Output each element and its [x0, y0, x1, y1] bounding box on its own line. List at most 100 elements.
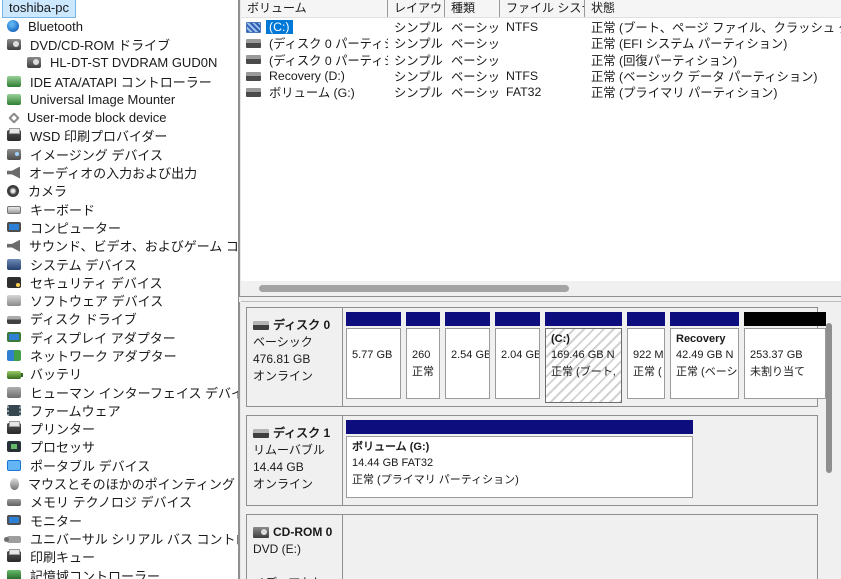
volume-icon: [246, 39, 261, 48]
column-header[interactable]: 種類: [445, 0, 500, 17]
device-tree-panel: toshiba-pc BluetoothDVD/CD-ROM ドライブHL-DT…: [0, 0, 238, 579]
tree-item[interactable]: プリンター: [0, 420, 238, 438]
disk-band: CD-ROM 0DVD (E:) メディアなし: [246, 514, 818, 579]
tree-item-label: モニター: [30, 511, 82, 530]
disk-name: ディスク 1: [273, 425, 330, 442]
tree-item[interactable]: イメージング デバイス: [0, 145, 238, 163]
printer-icon: [7, 551, 21, 562]
storage-controller-icon: [7, 570, 21, 579]
tree-root-label: toshiba-pc: [9, 0, 69, 15]
tree-item[interactable]: User-mode block device: [0, 108, 238, 126]
volume-layout-cell: シンプル: [388, 51, 445, 69]
disk-label-cell[interactable]: CD-ROM 0DVD (E:) メディアなし: [247, 515, 343, 579]
horizontal-scrollbar-thumb[interactable]: [259, 285, 569, 292]
volume-icon: [246, 88, 261, 97]
tree-item[interactable]: セキュリティ デバイス: [0, 273, 238, 291]
generic-device-icon: [8, 112, 19, 123]
tree-item[interactable]: Bluetooth: [0, 17, 238, 35]
column-header[interactable]: レイアウト: [388, 0, 445, 17]
partition-text-line: [496, 364, 539, 380]
tree-item[interactable]: オーディオの入力および出力: [0, 163, 238, 181]
horizontal-scrollbar[interactable]: [241, 281, 841, 296]
volume-row[interactable]: (ディスク 0 パーティション 7)シンプルベーシック正常 (回復パーティション…: [241, 52, 841, 68]
monitor-icon: [7, 515, 21, 525]
disk-icon: [253, 429, 269, 438]
unallocated-box[interactable]: 253.37 GB未割り当て: [743, 311, 827, 403]
tree-item-label: ディスク ドライブ: [30, 309, 137, 328]
partition-text-line: 2.04 GB: [496, 347, 539, 363]
partition-box[interactable]: (C:)169.46 GB N正常 (ブート,: [544, 311, 623, 403]
partition-box[interactable]: 5.77 GB: [345, 311, 402, 403]
partition-box[interactable]: 260正常: [405, 311, 441, 403]
partition-body: 2.04 GB: [495, 328, 540, 399]
volume-label: ボリューム (G:): [266, 83, 358, 101]
vertical-scrollbar[interactable]: [824, 304, 836, 578]
column-header[interactable]: ファイル システム: [500, 0, 585, 17]
volume-row[interactable]: (C:)シンプルベーシックNTFS正常 (ブート、ページ ファイル、クラッシュ …: [241, 19, 841, 35]
tree-item[interactable]: ポータブル デバイス: [0, 456, 238, 474]
tree-item[interactable]: サウンド、ビデオ、およびゲーム コントローラー: [0, 237, 238, 255]
vertical-scrollbar-thumb[interactable]: [826, 323, 832, 473]
partition-text-line: [496, 331, 539, 347]
tree-item[interactable]: ディスプレイ アダプター: [0, 328, 238, 346]
tree-item[interactable]: カメラ: [0, 182, 238, 200]
partition-text-line: [347, 331, 400, 347]
partition-box[interactable]: ボリューム (G:)14.44 GB FAT32正常 (プライマリ パーティショ…: [345, 419, 694, 502]
tree-item[interactable]: モニター: [0, 511, 238, 529]
volume-status-cell: 正常 (ブート、ページ ファイル、クラッシュ ダンプ、ベーシ: [585, 18, 841, 36]
partition-text-line: [446, 331, 489, 347]
tree-item[interactable]: DVD/CD-ROM ドライブ: [0, 35, 238, 53]
volume-label: (C:): [266, 20, 293, 34]
partition-text-line: 169.46 GB N: [546, 347, 621, 363]
volume-fs-cell: FAT32: [500, 85, 585, 99]
column-header[interactable]: ボリューム: [241, 0, 388, 17]
tree-item[interactable]: IDE ATA/ATAPI コントローラー: [0, 72, 238, 90]
partition-body: 5.77 GB: [346, 328, 401, 399]
tree-root-computer[interactable]: toshiba-pc: [2, 0, 76, 18]
partition-text-line: ボリューム (G:): [347, 439, 692, 455]
tree-item[interactable]: Universal Image Mounter: [0, 90, 238, 108]
tree-item-label: Universal Image Mounter: [30, 92, 175, 107]
disk-management-window: toshiba-pc BluetoothDVD/CD-ROM ドライブHL-DT…: [0, 0, 841, 579]
tree-item[interactable]: HL-DT-ST DVDRAM GUD0N: [0, 54, 238, 72]
volume-row[interactable]: ボリューム (G:)シンプルベーシックFAT32正常 (プライマリ パーティショ…: [241, 84, 841, 100]
column-header[interactable]: 状態: [585, 0, 841, 17]
tree-item[interactable]: プロセッサ: [0, 438, 238, 456]
disk-label-cell[interactable]: ディスク 1リムーバブル14.44 GBオンライン: [247, 416, 343, 505]
tree-item[interactable]: ソフトウェア デバイス: [0, 291, 238, 309]
tree-item-label: サウンド、ビデオ、およびゲーム コントローラー: [29, 236, 238, 255]
tree-item[interactable]: コンピューター: [0, 218, 238, 236]
tree-item-label: ファームウェア: [30, 401, 121, 420]
disk-label-cell[interactable]: ディスク 0ベーシック476.81 GBオンライン: [247, 308, 343, 406]
partition-box[interactable]: 2.54 GB: [444, 311, 491, 403]
tree-item[interactable]: マウスとそのほかのポインティング デバイス: [0, 474, 238, 492]
tree-item[interactable]: ヒューマン インターフェイス デバイス: [0, 383, 238, 401]
partition-box[interactable]: 922 M正常 (: [626, 311, 666, 403]
tree-item[interactable]: 記憶域コントローラー: [0, 566, 238, 579]
volume-type-cell: ベーシック: [445, 83, 500, 101]
partition-box[interactable]: Recovery42.49 GB N正常 (ベーシ: [669, 311, 740, 403]
partition-body: (C:)169.46 GB N正常 (ブート,: [545, 328, 622, 403]
tree-item[interactable]: システム デバイス: [0, 255, 238, 273]
tree-item-label: DVD/CD-ROM ドライブ: [30, 35, 170, 54]
tree-item[interactable]: ネットワーク アダプター: [0, 346, 238, 364]
tree-item[interactable]: ディスク ドライブ: [0, 310, 238, 328]
tree-item[interactable]: メモリ テクノロジ デバイス: [0, 493, 238, 511]
tree-item[interactable]: WSD 印刷プロバイダー: [0, 127, 238, 145]
tree-item[interactable]: ユニバーサル シリアル バス コントローラー: [0, 529, 238, 547]
partition-box[interactable]: 2.04 GB: [494, 311, 541, 403]
volume-status-cell: 正常 (ベーシック データ パーティション): [585, 67, 841, 85]
volume-status-cell: 正常 (プライマリ パーティション): [585, 83, 841, 101]
partition-text-line: 正常: [407, 364, 439, 380]
partition-text-line: 正常 (プライマリ パーティション): [347, 472, 692, 488]
partition-text-line: 5.77 GB: [347, 347, 400, 363]
tree-item[interactable]: 印刷キュー: [0, 548, 238, 566]
partition-text-line: (C:): [546, 331, 621, 347]
tree-item[interactable]: キーボード: [0, 200, 238, 218]
partition-text-line: 14.44 GB FAT32: [347, 455, 692, 471]
tree-item[interactable]: バッテリ: [0, 365, 238, 383]
volume-row[interactable]: Recovery (D:)シンプルベーシックNTFS正常 (ベーシック データ …: [241, 68, 841, 84]
volume-row[interactable]: (ディスク 0 パーティション 2)シンプルベーシック正常 (EFI システム …: [241, 35, 841, 51]
tree-item[interactable]: ファームウェア: [0, 401, 238, 419]
volume-icon: [246, 22, 261, 33]
